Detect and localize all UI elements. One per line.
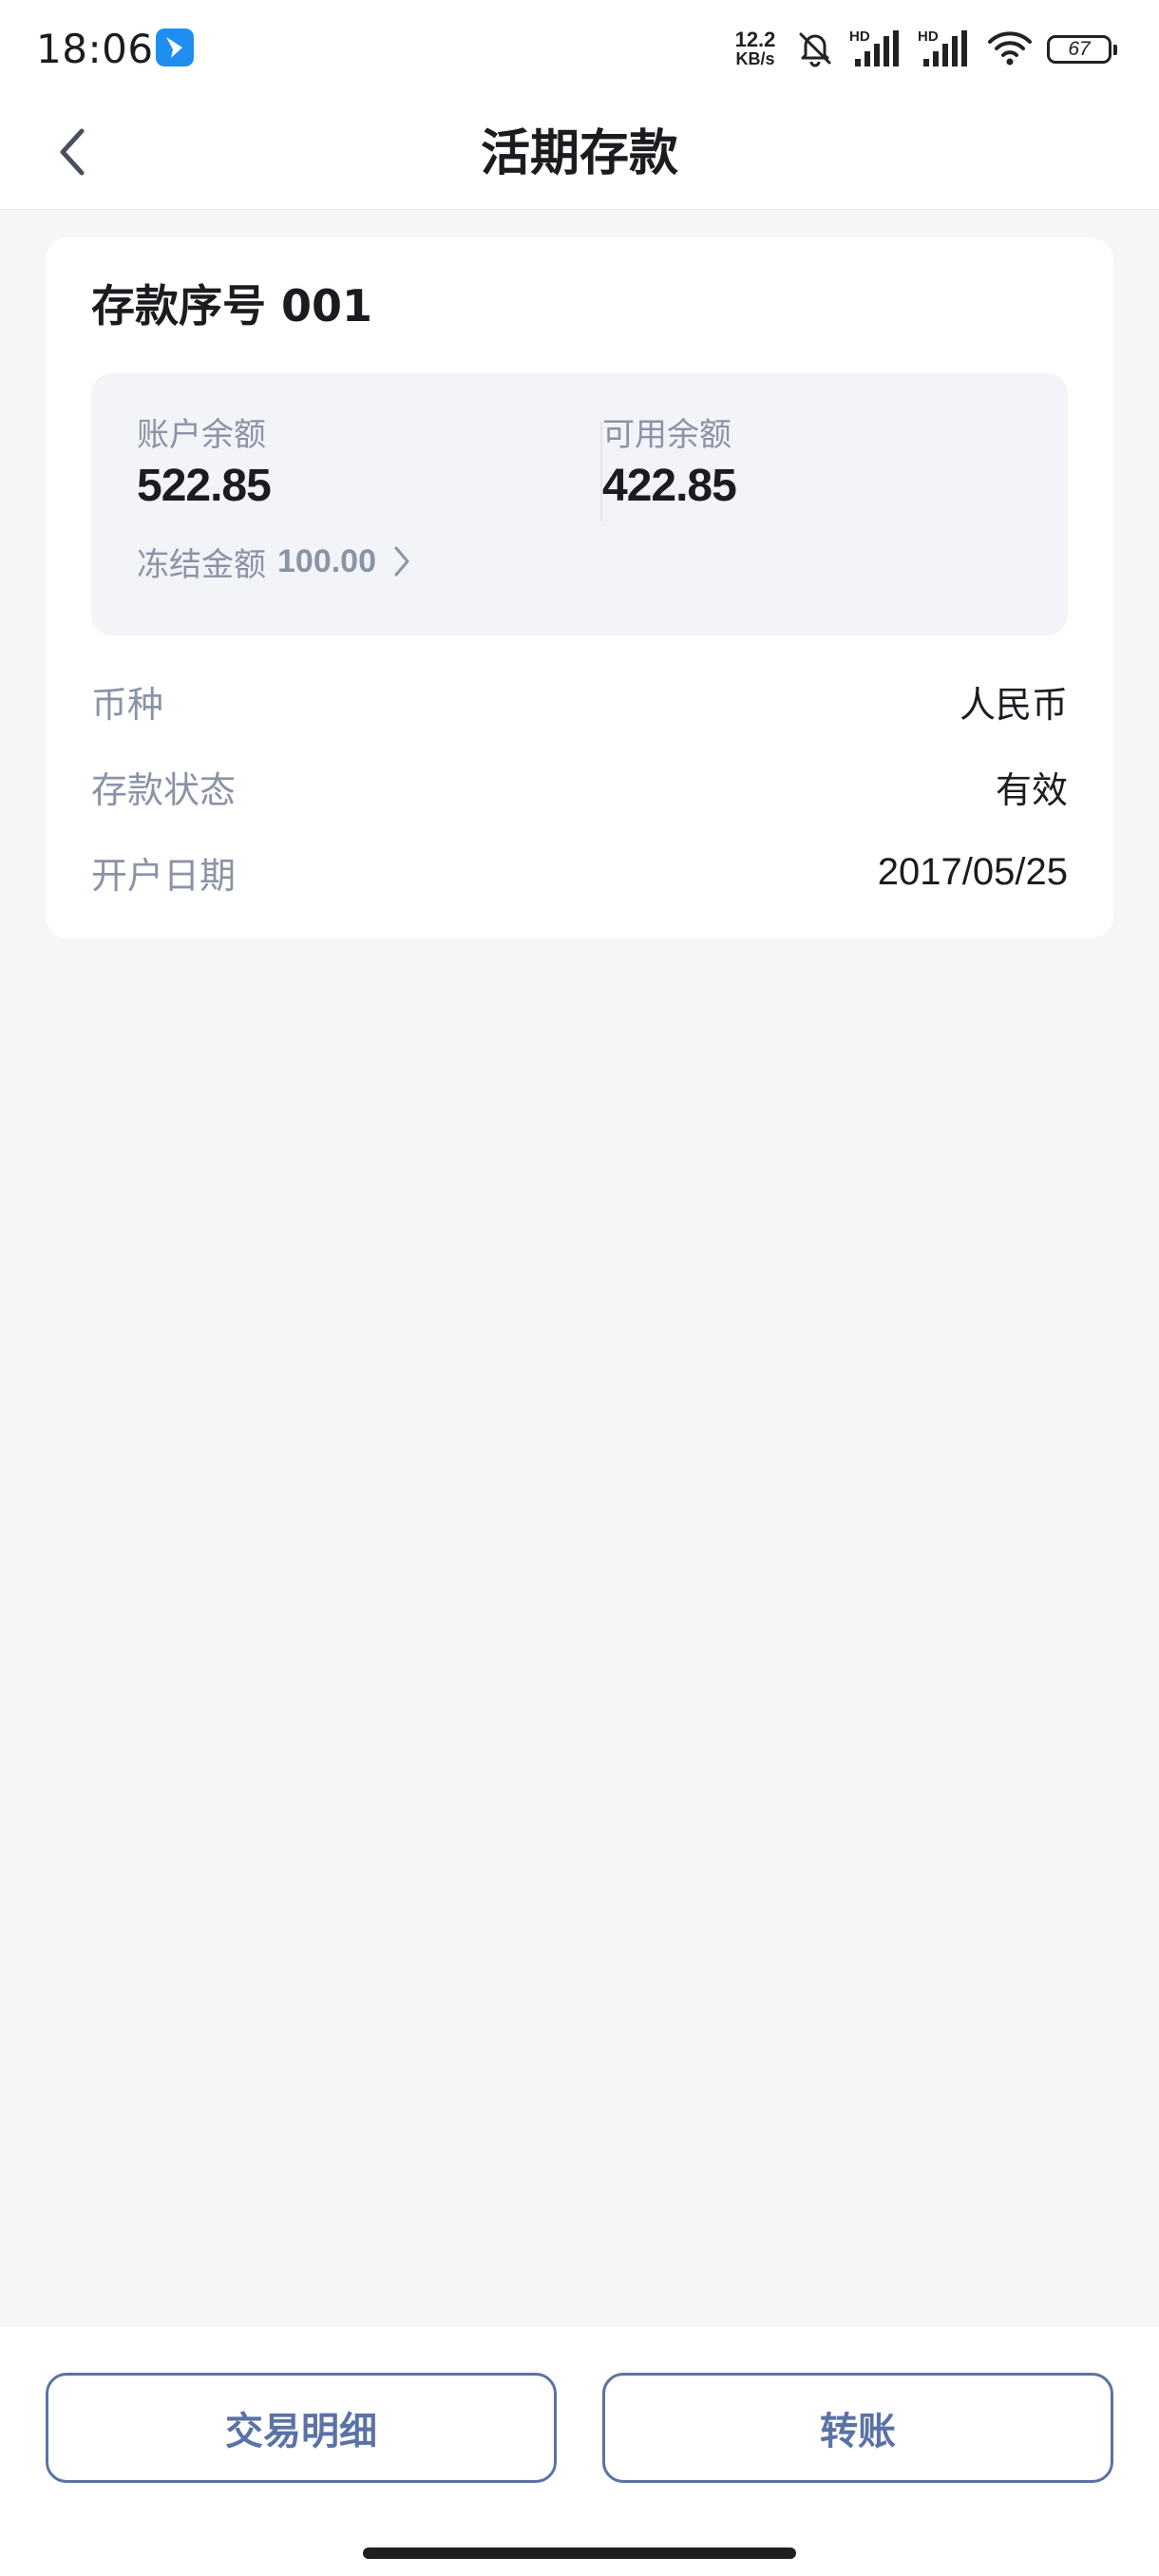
account-balance-value: 522.85 xyxy=(137,461,272,511)
open-date-label: 开户日期 xyxy=(91,854,237,897)
transfer-button[interactable]: 转账 xyxy=(602,2373,1113,2483)
nav-bar: 活期存款 xyxy=(0,99,1159,210)
available-balance: 可用余额 422.85 xyxy=(602,415,737,514)
available-balance-label: 可用余额 xyxy=(602,416,732,454)
battery-level: 67 xyxy=(1068,38,1091,60)
network-speed: 12.2 KB/s xyxy=(730,28,781,69)
currency-label: 币种 xyxy=(91,683,164,726)
deposit-account-card: 存款序号 001 账户余额 522.85 可用余额 422.85 冻结金额 10… xyxy=(46,237,1113,938)
balance-panel: 账户余额 522.85 可用余额 422.85 冻结金额 100.00 xyxy=(91,373,1068,635)
home-indicator[interactable] xyxy=(363,2548,796,2559)
network-speed-unit: KB/s xyxy=(735,49,775,68)
feishu-app-icon xyxy=(156,28,194,66)
currency-row: 币种 人民币 xyxy=(91,672,1068,729)
bottom-action-bar: 交易明细 转账 xyxy=(0,2327,1159,2576)
deposit-number-title: 存款序号 001 xyxy=(91,280,373,331)
status-icons: 12.2 KB/s HD HD 67 xyxy=(730,25,1117,74)
cellular-signal-icon-2: HD xyxy=(918,28,973,70)
deposit-status-value: 有效 xyxy=(995,768,1068,811)
page-title: 活期存款 xyxy=(480,125,678,182)
bell-muted-icon xyxy=(794,27,836,72)
wifi-icon xyxy=(986,27,1034,72)
status-bar: 18:06 12.2 KB/s HD HD 67 xyxy=(0,0,1159,99)
deposit-status-label: 存款状态 xyxy=(91,768,237,811)
account-balance: 账户余额 522.85 xyxy=(137,415,272,514)
network-speed-value: 12.2 xyxy=(734,28,776,51)
account-balance-label: 账户余额 xyxy=(137,416,266,454)
chevron-right-icon xyxy=(391,544,412,578)
currency-value: 人民币 xyxy=(959,683,1068,726)
transaction-details-button[interactable]: 交易明细 xyxy=(46,2373,557,2483)
frozen-amount-label: 冻结金额 xyxy=(137,545,266,584)
battery-icon: 67 xyxy=(1047,35,1117,64)
available-balance-value: 422.85 xyxy=(602,461,737,511)
open-date-row: 开户日期 2017/05/25 xyxy=(91,843,1068,900)
frozen-amount-value: 100.00 xyxy=(277,542,376,579)
cellular-signal-icon: HD xyxy=(849,28,904,70)
frozen-amount-link[interactable]: 冻结金额 100.00 xyxy=(137,539,412,584)
open-date-value: 2017/05/25 xyxy=(877,850,1068,893)
status-time: 18:06 xyxy=(36,26,154,72)
deposit-status-row: 存款状态 有效 xyxy=(91,758,1068,815)
